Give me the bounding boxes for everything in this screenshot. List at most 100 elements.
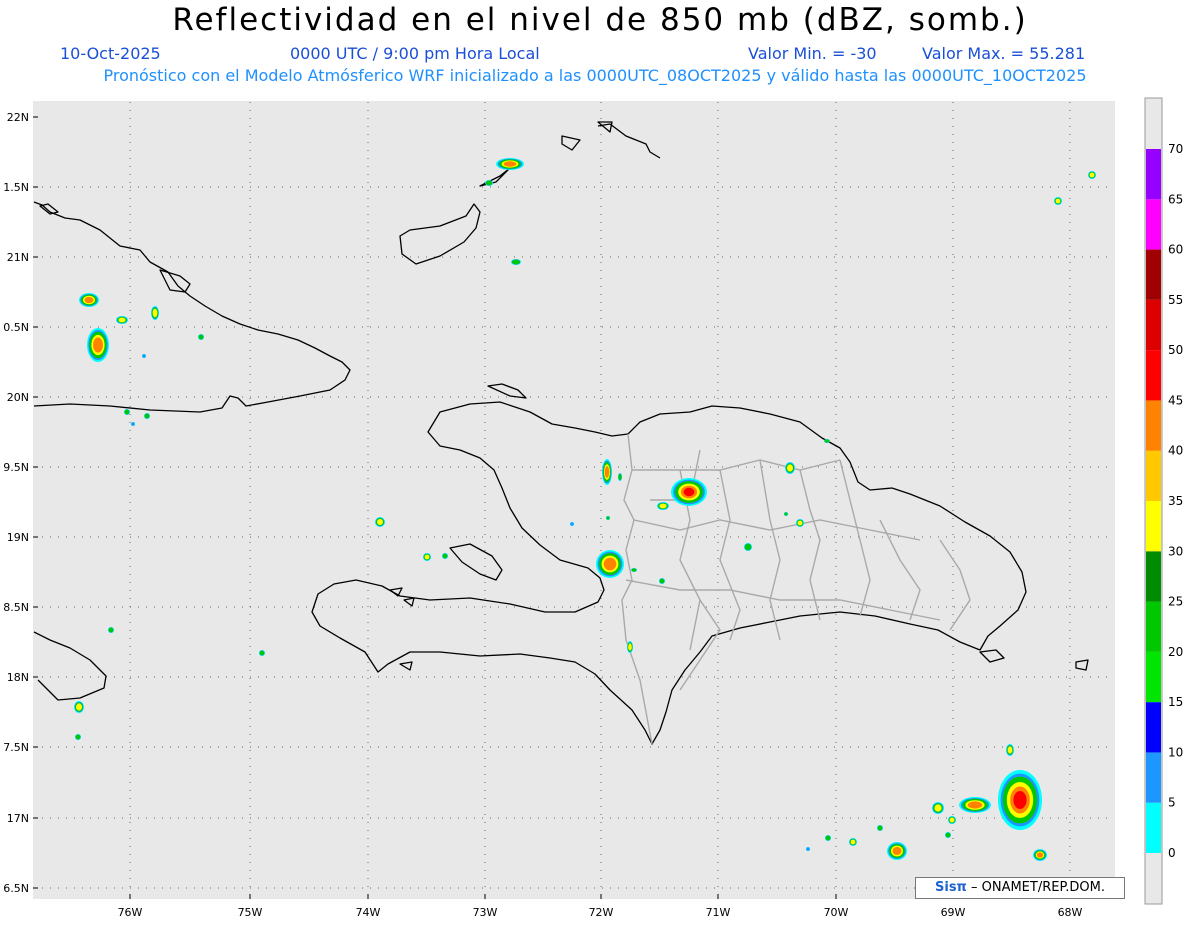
echo-cell bbox=[606, 516, 610, 520]
echo-cell bbox=[124, 409, 130, 415]
echo-cell bbox=[785, 462, 795, 474]
echo-cell bbox=[659, 578, 665, 584]
colorbar-segment bbox=[1146, 199, 1161, 250]
echo-cell bbox=[142, 354, 146, 358]
echo-cell bbox=[945, 832, 951, 838]
echo-cell bbox=[198, 334, 204, 340]
lat-label: 1.5N bbox=[3, 181, 29, 194]
lon-label: 72W bbox=[589, 906, 614, 919]
sispi-logo: Sisπ bbox=[935, 880, 967, 895]
colorbar-segment bbox=[1146, 702, 1161, 753]
echo-cell bbox=[79, 293, 99, 307]
lat-label: 7.5N bbox=[3, 741, 29, 754]
colorbar-label: 60 bbox=[1168, 243, 1183, 257]
echo-cell bbox=[631, 568, 637, 572]
echo-cell bbox=[932, 802, 944, 814]
lat-label: 6.5N bbox=[3, 882, 29, 895]
lon-label: 73W bbox=[473, 906, 498, 919]
echo-cell bbox=[627, 641, 633, 653]
map-area bbox=[33, 101, 1115, 899]
colorbar-label: 10 bbox=[1168, 745, 1183, 759]
echo-cell bbox=[485, 180, 493, 186]
colorbar-segment bbox=[1146, 802, 1161, 853]
colorbar-segment bbox=[1146, 752, 1161, 803]
colorbar-label: 20 bbox=[1168, 645, 1183, 659]
colorbar-label: 15 bbox=[1168, 695, 1183, 709]
lon-label: 70W bbox=[824, 906, 849, 919]
colorbar-label: 55 bbox=[1168, 293, 1183, 307]
lat-label: 20N bbox=[7, 391, 29, 404]
echo-cell bbox=[1054, 197, 1062, 205]
lon-label: 71W bbox=[706, 906, 731, 919]
echo-cell bbox=[824, 439, 830, 443]
lat-label: 22N bbox=[7, 111, 29, 124]
echo-cell bbox=[259, 650, 265, 656]
colorbar-segment bbox=[1146, 149, 1161, 200]
colorbar-segment bbox=[1146, 551, 1161, 602]
lat-label: 19N bbox=[7, 531, 29, 544]
lon-label: 74W bbox=[356, 906, 381, 919]
echo-cell bbox=[496, 158, 524, 170]
echo-cell bbox=[423, 553, 431, 561]
reflectivity-map: 22N 1.5N 21N 0.5N 20N 9.5N 19N 8.5N 18N 7.5N 17N 6.… bbox=[3, 97, 1183, 919]
echo-cell bbox=[74, 701, 84, 713]
echo-cell bbox=[948, 816, 956, 824]
colorbar-segment bbox=[1146, 299, 1161, 351]
echo-cell bbox=[75, 734, 81, 740]
echo-cell bbox=[87, 328, 109, 362]
lon-label: 68W bbox=[1058, 906, 1083, 919]
echo-cell bbox=[570, 522, 574, 526]
echo-cell bbox=[511, 259, 521, 265]
echo-cell bbox=[796, 519, 804, 527]
colorbar-segment bbox=[1146, 501, 1161, 552]
echo-cell bbox=[144, 413, 150, 419]
colorbar: 0 5 10 15 20 25 30 35 40 45 50 55 60 65 70 bbox=[1144, 97, 1183, 905]
echo-cell bbox=[877, 825, 883, 831]
lat-label: 17N bbox=[7, 812, 29, 825]
lon-label: 75W bbox=[238, 906, 263, 919]
colorbar-segment bbox=[1146, 249, 1161, 300]
echo-cell bbox=[375, 517, 385, 527]
echo-cell bbox=[998, 770, 1042, 830]
colorbar-label: 65 bbox=[1168, 192, 1183, 206]
echo-cell bbox=[959, 797, 991, 813]
colorbar-segment bbox=[1146, 350, 1161, 401]
lat-label: 9.5N bbox=[3, 461, 29, 474]
echo-cell bbox=[116, 316, 128, 324]
echo-cell bbox=[1033, 849, 1047, 861]
echo-cell bbox=[596, 550, 624, 578]
echo-cell bbox=[1006, 744, 1014, 756]
credit-text: – ONAMET/REP.DOM. bbox=[966, 880, 1105, 895]
colorbar-label: 30 bbox=[1168, 544, 1183, 558]
lat-label: 18N bbox=[7, 671, 29, 684]
colorbar-segment bbox=[1146, 400, 1161, 451]
echo-cell bbox=[671, 478, 707, 506]
echo-cell bbox=[618, 473, 622, 481]
echo-cell bbox=[849, 838, 857, 846]
colorbar-segment bbox=[1146, 601, 1161, 652]
colorbar-label: 40 bbox=[1168, 444, 1183, 458]
echo-cell bbox=[602, 459, 612, 485]
colorbar-label: 5 bbox=[1168, 796, 1176, 810]
echo-cell bbox=[744, 543, 752, 551]
echo-cell bbox=[131, 422, 135, 426]
echo-cell bbox=[1088, 171, 1096, 179]
echo-cell bbox=[442, 553, 448, 559]
echo-cell bbox=[108, 627, 114, 633]
echo-cell bbox=[825, 835, 831, 841]
colorbar-label: 35 bbox=[1168, 494, 1183, 508]
lon-label: 69W bbox=[941, 906, 966, 919]
echo-cell bbox=[151, 306, 159, 320]
colorbar-label: 70 bbox=[1168, 142, 1183, 156]
credit-box: Sisπ – ONAMET/REP.DOM. bbox=[915, 877, 1125, 899]
colorbar-segment bbox=[1146, 651, 1161, 703]
colorbar-label: 25 bbox=[1168, 595, 1183, 609]
echo-cell bbox=[806, 847, 810, 851]
colorbar-segment bbox=[1146, 450, 1161, 501]
lat-label: 0.5N bbox=[3, 321, 29, 334]
colorbar-label: 50 bbox=[1168, 343, 1183, 357]
colorbar-label: 0 bbox=[1168, 846, 1176, 860]
lat-label: 8.5N bbox=[3, 601, 29, 614]
echo-cell bbox=[887, 842, 907, 860]
echo-cell bbox=[657, 502, 669, 510]
